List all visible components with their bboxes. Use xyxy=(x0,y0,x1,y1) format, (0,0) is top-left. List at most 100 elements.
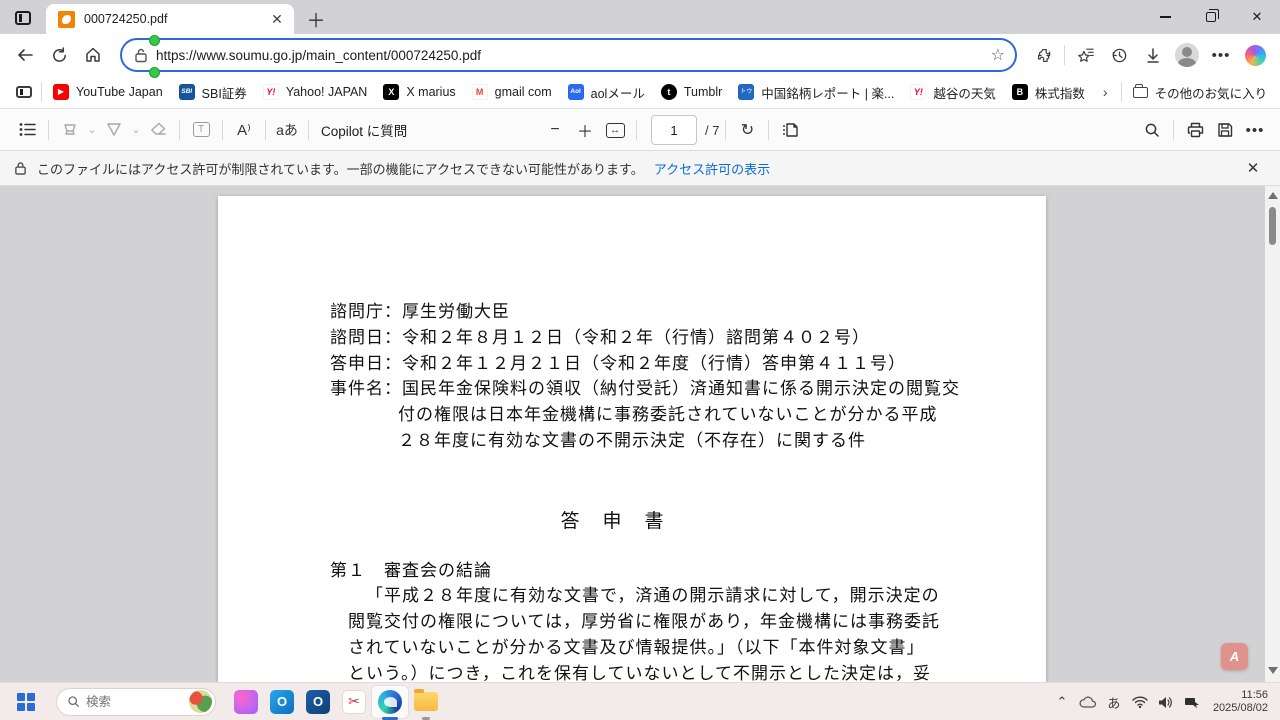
tab-close-icon[interactable]: ✕ xyxy=(268,10,286,28)
back-icon xyxy=(18,49,33,61)
tray-device-sync-icon[interactable] xyxy=(1181,687,1203,717)
search-icon xyxy=(1145,123,1159,137)
zoom-out-button[interactable]: − xyxy=(540,115,570,145)
downloads-button[interactable] xyxy=(1136,38,1170,72)
bookmark-china-report[interactable]: トウ 中国銘柄レポート | 楽... xyxy=(730,79,902,106)
notice-close-icon[interactable]: ✕ xyxy=(1240,155,1266,181)
more-options-button[interactable]: ••• xyxy=(1240,115,1270,145)
highlight-dropdown-chevron-icon[interactable]: ⌄ xyxy=(85,123,99,136)
system-tray: ⌃ あ 11:56 2025/08/02 xyxy=(1051,683,1274,720)
search-highlight-image[interactable] xyxy=(189,690,212,713)
browser-essentials-button[interactable] xyxy=(1027,38,1061,72)
snipping-tool-icon: ✂ xyxy=(342,689,366,714)
url-text[interactable]: https://www.soumu.go.jp/main_content/000… xyxy=(156,48,991,63)
ime-mode-indicator[interactable]: あ xyxy=(1103,687,1125,717)
scrollbar-thumb[interactable] xyxy=(1269,207,1276,245)
find-in-document-button[interactable] xyxy=(1137,115,1167,145)
tray-overflow-chevron-icon[interactable]: ⌃ xyxy=(1051,687,1073,717)
restore-icon xyxy=(1206,9,1219,22)
bookmark-sbi[interactable]: SBI SBI証券 xyxy=(171,79,255,106)
sidebar-toggle-button[interactable] xyxy=(10,78,38,106)
highlight-button[interactable] xyxy=(55,115,85,145)
plus-icon: ＋ xyxy=(576,124,593,141)
taskbar-file-explorer-button[interactable] xyxy=(408,686,444,720)
print-button[interactable] xyxy=(1180,115,1210,145)
erase-button[interactable] xyxy=(143,115,173,145)
minimize-button[interactable] xyxy=(1142,0,1188,34)
toc-icon xyxy=(19,123,36,136)
taskbar-outlook-classic-button[interactable]: O xyxy=(300,686,336,718)
notice-text: このファイルにはアクセス許可が制限されています。一部の機能にアクセスできない可能… xyxy=(37,161,644,177)
copilot-button[interactable] xyxy=(1238,38,1272,72)
bookmarks-overflow-chevron-icon[interactable]: › xyxy=(1097,82,1114,102)
draw-button[interactable] xyxy=(99,115,129,145)
taskbar-snipping-tool-button[interactable]: ✂ xyxy=(336,686,372,718)
more-dots-icon: ••• xyxy=(1245,121,1265,139)
browser-tab[interactable]: 000724250.pdf ✕ xyxy=(46,4,294,34)
bookmark-koshigaya-weather[interactable]: Y! 越谷の天気 xyxy=(902,79,1004,106)
divider xyxy=(1120,82,1122,102)
bookmark-aol-mail[interactable]: Aol aolメール xyxy=(560,79,653,106)
window-controls: ✕ xyxy=(1142,0,1280,34)
page-view-button[interactable] xyxy=(775,115,805,145)
fit-to-width-button[interactable]: ↔ xyxy=(600,115,630,145)
history-button[interactable] xyxy=(1102,38,1136,72)
close-button[interactable]: ✕ xyxy=(1234,0,1280,34)
translate-icon: aあ xyxy=(276,121,298,138)
page-number-input[interactable] xyxy=(651,115,697,145)
zoom-in-button[interactable]: ＋ xyxy=(570,115,600,145)
divider xyxy=(48,119,49,140)
start-button[interactable] xyxy=(8,686,44,718)
translate-button[interactable]: aあ xyxy=(272,115,302,145)
extensions-puzzle-icon xyxy=(1037,48,1050,62)
bookmark-yahoo-japan[interactable]: Y! Yahoo! JAPAN xyxy=(255,80,376,104)
scroll-down-arrow[interactable] xyxy=(1267,667,1278,674)
document-text: 諮問庁：厚生労働大臣 諮問日：令和２年８月１２日（令和２年（行情）諮問第４０２号… xyxy=(330,300,1006,682)
restore-button[interactable] xyxy=(1188,0,1234,34)
bookmark-youtube-japan[interactable]: ▶ YouTube Japan xyxy=(45,80,171,104)
taskbar-search-box[interactable] xyxy=(56,687,216,716)
more-dots-icon: ••• xyxy=(1211,46,1231,64)
settings-menu-button[interactable]: ••• xyxy=(1204,38,1238,72)
new-tab-button[interactable]: ＋ xyxy=(302,5,330,33)
taskbar-clock[interactable]: 11:56 2025/08/02 xyxy=(1207,689,1274,715)
add-text-button[interactable]: T xyxy=(186,115,216,145)
table-of-contents-button[interactable] xyxy=(12,115,42,145)
volume-icon[interactable] xyxy=(1155,687,1177,717)
home-button[interactable] xyxy=(76,38,110,72)
favorites-button[interactable] xyxy=(1068,38,1102,72)
other-favorites-label: その他のお気に入り xyxy=(1154,86,1268,101)
view-permissions-link[interactable]: アクセス許可の表示 xyxy=(654,159,770,178)
read-aloud-button[interactable]: A⁾ xyxy=(229,115,259,145)
rotate-button[interactable]: ↻ xyxy=(732,115,762,145)
profile-button[interactable] xyxy=(1170,38,1204,72)
refresh-button[interactable] xyxy=(42,38,76,72)
save-button[interactable] xyxy=(1210,115,1240,145)
vertical-scrollbar[interactable] xyxy=(1265,186,1280,682)
back-button[interactable] xyxy=(8,38,42,72)
ask-copilot-button[interactable]: Copilot に質問 xyxy=(321,120,407,140)
open-in-acrobat-button[interactable]: A xyxy=(1221,643,1248,670)
wifi-icon[interactable] xyxy=(1129,687,1151,717)
bookmark-tumblr[interactable]: t Tumblr xyxy=(653,80,730,104)
onedrive-cloud-icon[interactable] xyxy=(1077,687,1099,717)
bookmark-gmail[interactable]: M gmail com xyxy=(464,80,560,104)
doc-line: 諮問庁：厚生労働大臣 xyxy=(330,302,510,322)
draw-dropdown-chevron-icon[interactable]: ⌄ xyxy=(129,123,143,136)
favorite-star-icon[interactable]: ☆ xyxy=(991,45,1005,65)
tab-layout-icon[interactable] xyxy=(6,4,40,32)
bookmark-x-marius[interactable]: X X marius xyxy=(375,80,463,104)
taskbar-paint-button[interactable] xyxy=(228,686,264,718)
notice-lock-icon xyxy=(15,161,26,175)
minus-icon: − xyxy=(550,121,560,138)
taskbar-outlook-button[interactable]: O xyxy=(264,686,300,718)
bookmark-stock-index[interactable]: B 株式指数 xyxy=(1004,79,1093,106)
taskbar-edge-button[interactable] xyxy=(372,685,408,720)
address-bar[interactable]: https://www.soumu.go.jp/main_content/000… xyxy=(120,38,1017,72)
search-input[interactable] xyxy=(86,694,166,709)
windows-logo-icon xyxy=(17,692,35,711)
scroll-up-arrow[interactable] xyxy=(1267,192,1278,199)
other-favorites-button[interactable]: その他のお気に入り xyxy=(1125,79,1276,106)
gmail-icon: M xyxy=(471,84,488,100)
home-icon xyxy=(86,47,100,62)
